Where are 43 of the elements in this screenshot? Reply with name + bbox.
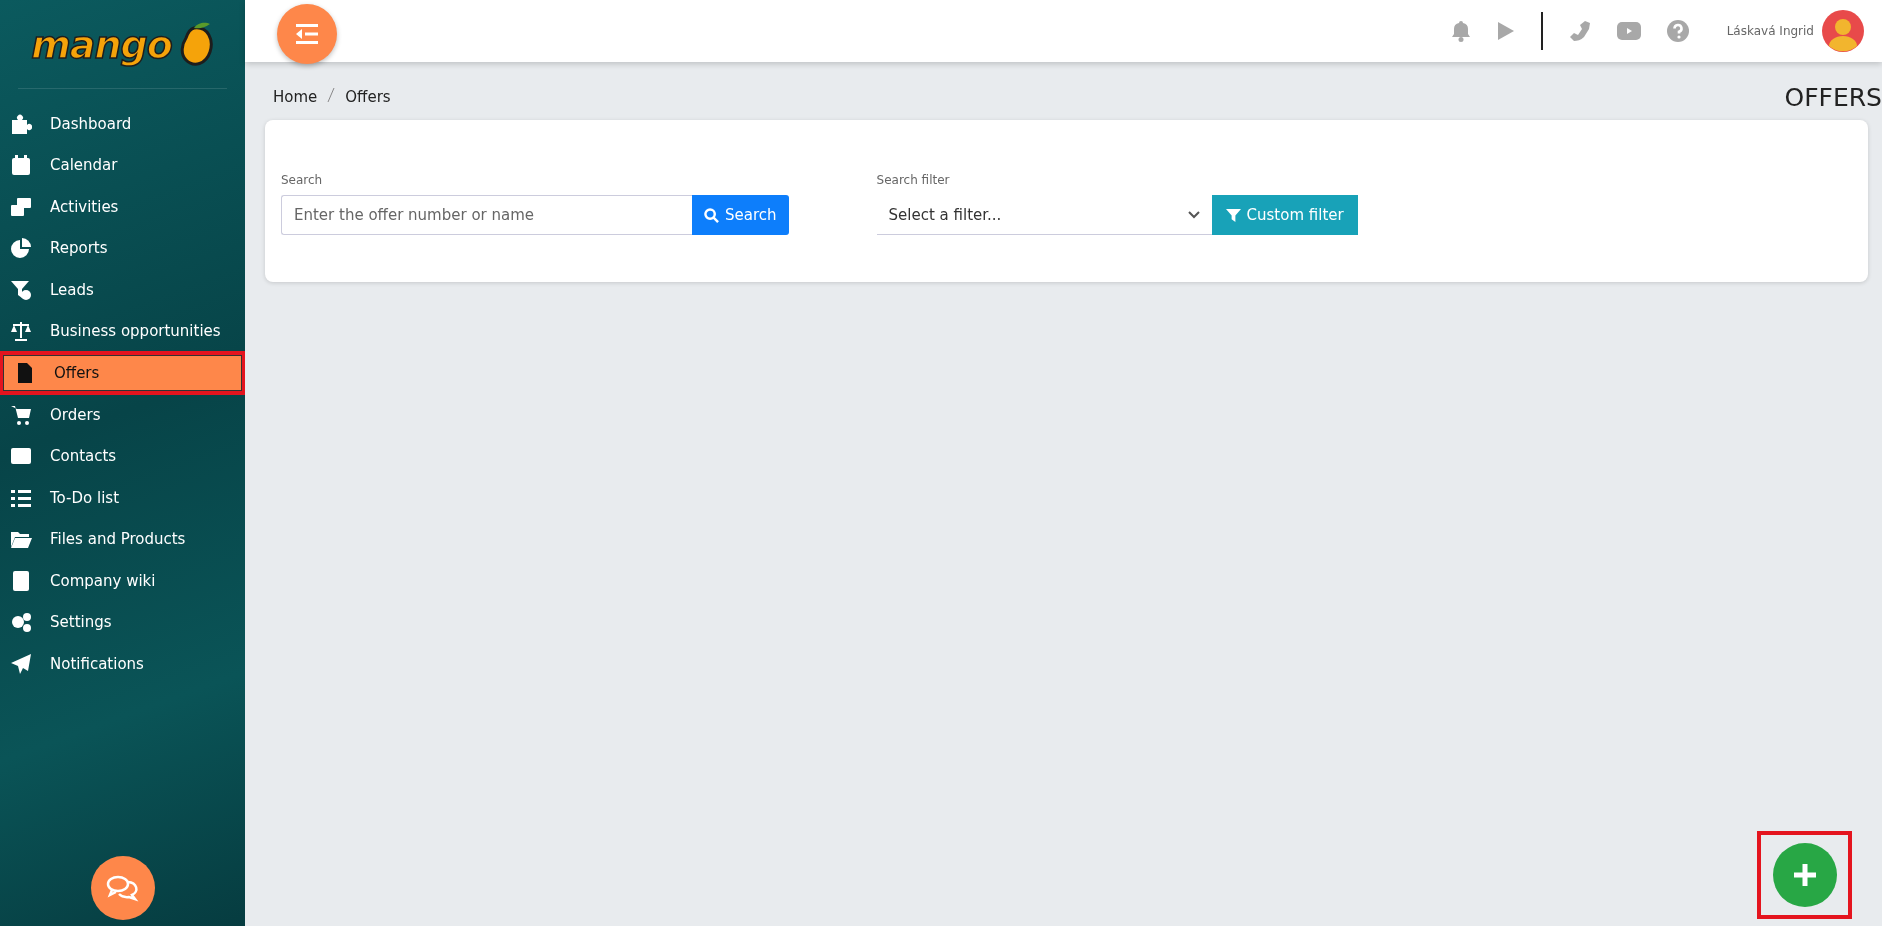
avatar-icon[interactable] (1822, 10, 1864, 52)
search-label: Search (281, 173, 324, 187)
sidebar-item[interactable]: Settings (0, 601, 245, 643)
chevron-down-icon (1187, 210, 1200, 219)
sidebar-item[interactable]: Orders (0, 394, 245, 436)
bell-icon[interactable] (1451, 20, 1472, 42)
user-name[interactable]: Láskavá Ingrid (1726, 24, 1814, 38)
sidebar-item[interactable]: To-Do list (0, 477, 245, 519)
funnel-icon (10, 278, 32, 301)
pie-chart-icon (10, 237, 32, 260)
play-icon[interactable] (1497, 21, 1516, 41)
sidebar-item[interactable]: Company wiki (0, 560, 245, 602)
help-icon[interactable] (1666, 20, 1689, 42)
sidebar-item[interactable]: Reports (0, 227, 245, 269)
breadcrumb-link[interactable]: Home (273, 88, 318, 106)
scales-icon (10, 320, 32, 343)
breadcrumb-current: Offers (345, 88, 391, 106)
video-play-icon[interactable] (1616, 22, 1641, 40)
menu-collapse-icon (296, 24, 318, 44)
calendar-icon (10, 154, 32, 177)
chat-bubbles-icon (105, 874, 140, 902)
sidebar-item[interactable]: Business opportunities (0, 310, 245, 352)
puzzle-icon (10, 112, 32, 135)
page-title: OFFERS (1784, 82, 1882, 112)
sidebar-item[interactable]: Dashboard (0, 103, 245, 145)
funnel-icon (1225, 207, 1241, 223)
sidebar-item[interactable]: Activities (0, 186, 245, 228)
cart-icon (10, 403, 32, 426)
sidebar-item[interactable]: Contacts (0, 435, 245, 477)
sidebar-item[interactable]: Notifications (0, 643, 245, 685)
sidebar-item[interactable]: Leads (0, 269, 245, 311)
search-filter-label: Search filter (876, 173, 951, 187)
search-field[interactable]: Enter the offer number or name (281, 195, 692, 235)
search-icon (704, 207, 719, 223)
phone-icon[interactable] (1568, 20, 1591, 42)
plus-icon (1793, 864, 1816, 886)
sidebar-item[interactable]: Files and Products (0, 518, 245, 560)
sidebar-item[interactable]: Calendar (0, 144, 245, 186)
sidebar-toggle-button[interactable] (277, 4, 337, 64)
filter-dropdown[interactable]: Select a filter... (876, 195, 1212, 235)
search-button[interactable]: Search (692, 195, 789, 235)
paper-plane-icon (10, 652, 32, 675)
logo-text: mango (31, 23, 172, 67)
